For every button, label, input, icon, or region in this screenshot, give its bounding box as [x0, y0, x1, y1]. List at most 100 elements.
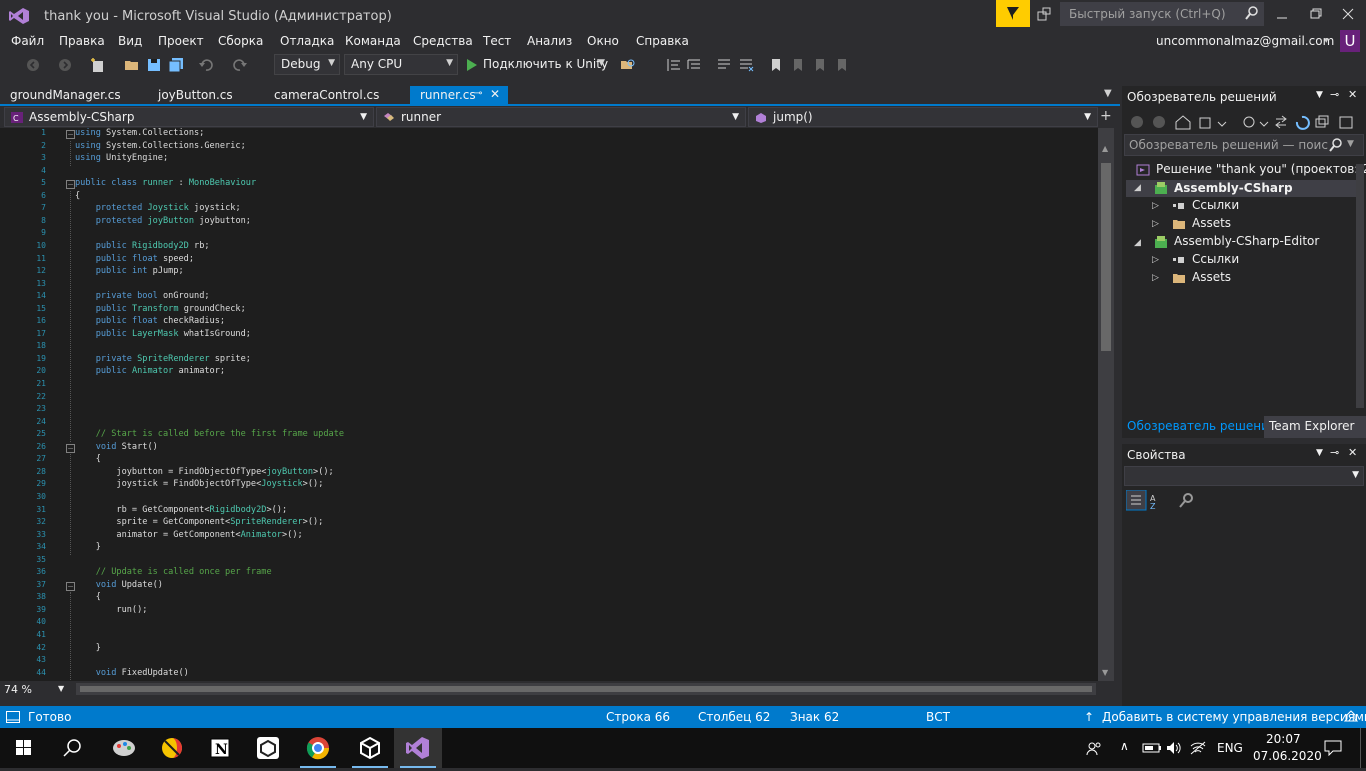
account-email[interactable]: uncommonalmaz@gmail.com: [1156, 34, 1334, 48]
find-in-files-icon[interactable]: [620, 57, 636, 73]
config-select[interactable]: Debug ▼: [274, 54, 340, 75]
tab-overflow-icon[interactable]: ▼: [1104, 88, 1112, 99]
taskbar-paint-app[interactable]: [100, 728, 148, 768]
project-select[interactable]: C Assembly-CSharp ▼: [4, 107, 374, 127]
scroll-down-icon[interactable]: ▼: [1102, 668, 1108, 677]
battery-icon[interactable]: [1142, 742, 1162, 754]
tree-references-1[interactable]: Ссылки: [1192, 198, 1239, 212]
close-panel-icon[interactable]: ✕: [1348, 446, 1357, 459]
menu-window[interactable]: Окно: [587, 34, 619, 48]
tab-runner[interactable]: runner.cs ⊸ ✕: [410, 86, 508, 106]
menu-project[interactable]: Проект: [158, 34, 204, 48]
member-select[interactable]: jump() ▼: [748, 107, 1098, 127]
fold-toggle[interactable]: −: [66, 443, 75, 453]
taskbar-unity-hub[interactable]: [244, 728, 292, 768]
collapse-arrow-icon[interactable]: ◢: [1134, 238, 1141, 248]
clock-time[interactable]: 20:07: [1266, 732, 1301, 746]
save-icon[interactable]: [146, 57, 162, 73]
minimize-button[interactable]: [1270, 4, 1294, 24]
tree-solution[interactable]: Решение "thank you" (проектов: 2): [1156, 162, 1366, 176]
bookmark-icon[interactable]: [768, 57, 784, 73]
redo-icon[interactable]: [232, 57, 248, 73]
solution-search-input[interactable]: Обозреватель решений — поиск (C ▼: [1124, 134, 1364, 156]
menu-analyze[interactable]: Анализ: [527, 34, 572, 48]
scroll-up-icon[interactable]: ▲: [1102, 144, 1108, 153]
panel-menu-icon[interactable]: ▼: [1316, 448, 1323, 458]
taskbar-app-2[interactable]: [148, 728, 196, 768]
action-center-icon[interactable]: [1324, 740, 1342, 756]
comment-lines-icon[interactable]: [716, 57, 732, 73]
quick-launch-input[interactable]: Быстрый запуск (Ctrl+Q): [1060, 2, 1264, 26]
pin-icon[interactable]: ⊸: [1330, 446, 1339, 459]
open-folder-icon[interactable]: [124, 57, 140, 73]
scroll-thumb[interactable]: [80, 686, 1092, 692]
attach-dropdown-icon[interactable]: ▼: [598, 58, 605, 68]
tab-joybutton[interactable]: joyButton.cs: [148, 86, 243, 106]
next-bookmark-icon[interactable]: [812, 57, 828, 73]
zoom-select[interactable]: 74 % ▼: [4, 683, 66, 696]
close-window-button[interactable]: [1336, 4, 1360, 24]
menu-tools[interactable]: Средства: [413, 34, 473, 48]
clear-bookmarks-icon[interactable]: [834, 57, 850, 73]
tree-assembly-csharp-editor[interactable]: Assembly-CSharp-Editor: [1174, 234, 1319, 248]
outline-icon[interactable]: [686, 57, 702, 73]
editor-vertical-scrollbar[interactable]: ▲ ▼: [1098, 128, 1114, 681]
fold-toggle[interactable]: −: [66, 581, 75, 591]
undo-icon[interactable]: [198, 57, 214, 73]
expand-arrow-icon[interactable]: ▷: [1152, 201, 1159, 211]
output-window-icon[interactable]: [6, 711, 20, 723]
menu-view[interactable]: Вид: [118, 34, 142, 48]
search-button[interactable]: [48, 728, 96, 768]
menu-edit[interactable]: Правка: [59, 34, 105, 48]
expand-arrow-icon[interactable]: ▷: [1152, 273, 1159, 283]
nav-forward-icon[interactable]: [58, 58, 72, 72]
search-options-icon[interactable]: ▼: [1347, 139, 1366, 149]
menu-debug[interactable]: Отладка: [280, 34, 334, 48]
solution-scrollbar[interactable]: [1356, 164, 1364, 408]
menu-test[interactable]: Тест: [483, 34, 511, 48]
feedback-icon[interactable]: [1036, 6, 1052, 22]
clock-date[interactable]: 07.06.2020: [1253, 749, 1322, 763]
tree-assets-2[interactable]: Assets: [1192, 270, 1231, 284]
taskbar-chrome[interactable]: [294, 728, 342, 768]
expand-arrow-icon[interactable]: ▷: [1152, 255, 1159, 265]
expand-arrow-icon[interactable]: ▷: [1152, 219, 1159, 229]
tab-team-explorer[interactable]: Team Explorer: [1264, 416, 1366, 438]
taskbar-unity[interactable]: [346, 728, 394, 768]
split-editor-icon[interactable]: +: [1100, 108, 1112, 124]
prev-bookmark-icon[interactable]: [790, 57, 806, 73]
add-to-source-control[interactable]: Добавить в систему управления версиями: [1102, 710, 1366, 724]
show-desktop-button[interactable]: [1360, 728, 1361, 768]
menu-team[interactable]: Команда: [345, 34, 401, 48]
network-icon[interactable]: [1190, 741, 1206, 755]
new-project-icon[interactable]: [90, 57, 106, 73]
attach-unity-button[interactable]: Подключить к Unity: [483, 57, 608, 71]
code-editor[interactable]: 1 2 3 4 5 6 7 8 9 10 11 12 13 14 15 16 17 18 19 20 21 22 23 24 2…: [0, 128, 1098, 681]
tab-cameracontrol[interactable]: cameraControl.cs: [264, 86, 389, 106]
start-button[interactable]: [0, 728, 48, 768]
tab-solution-explorer[interactable]: Обозреватель решений: [1122, 416, 1282, 438]
scroll-thumb[interactable]: [1101, 163, 1111, 351]
volume-icon[interactable]: [1166, 741, 1182, 755]
close-panel-icon[interactable]: ✕: [1348, 88, 1357, 101]
avatar[interactable]: U: [1340, 30, 1360, 52]
platform-select[interactable]: Any CPU ▼: [344, 54, 458, 75]
tab-groundmanager[interactable]: groundManager.cs: [0, 86, 131, 106]
pin-icon[interactable]: ⊸: [1330, 88, 1339, 101]
collapse-arrow-icon[interactable]: ◢: [1134, 183, 1141, 193]
tree-assets-1[interactable]: Assets: [1192, 216, 1231, 230]
taskbar-visual-studio[interactable]: [394, 728, 442, 768]
class-select[interactable]: runner ▼: [376, 107, 746, 127]
people-icon[interactable]: [1086, 741, 1102, 757]
restore-button[interactable]: [1304, 4, 1328, 24]
menu-build[interactable]: Сборка: [218, 34, 263, 48]
nav-back-icon[interactable]: [26, 58, 40, 72]
notifications-icon[interactable]: [1344, 710, 1358, 724]
pin-icon[interactable]: ⊸: [474, 88, 482, 99]
play-icon[interactable]: [464, 58, 478, 72]
properties-object-select[interactable]: ▼: [1124, 466, 1364, 486]
menu-file[interactable]: Файл: [11, 34, 44, 48]
input-language[interactable]: ENG: [1217, 741, 1243, 755]
uncomment-lines-icon[interactable]: [738, 57, 754, 73]
editor-horizontal-scrollbar[interactable]: [76, 683, 1096, 695]
